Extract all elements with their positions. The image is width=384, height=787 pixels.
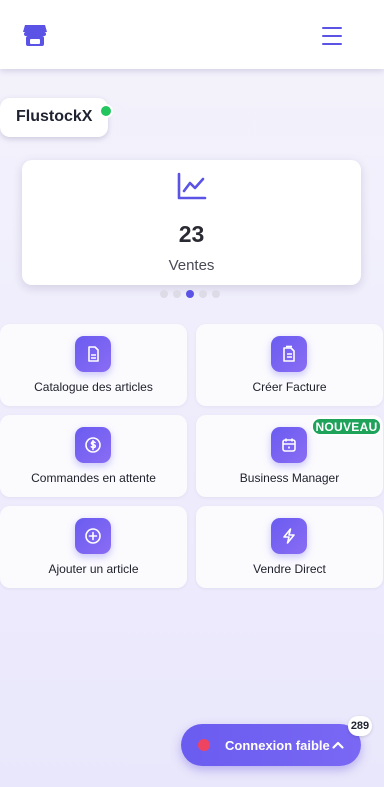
dollar-circle-icon <box>75 427 111 463</box>
carousel-dot[interactable] <box>199 290 207 298</box>
document-icon <box>75 336 111 372</box>
tile-create-invoice[interactable]: Créer Facture <box>196 324 383 406</box>
sales-stat-card[interactable]: 23 Ventes <box>22 160 361 285</box>
new-badge: NOUVEAU <box>311 417 382 436</box>
brand-chip: FlustockX <box>0 98 108 137</box>
line-chart-icon <box>176 171 208 201</box>
plus-circle-icon <box>75 518 111 554</box>
lightning-icon <box>271 518 307 554</box>
stat-value: 23 <box>178 221 205 247</box>
tile-catalogue[interactable]: Catalogue des articles <box>0 324 187 406</box>
stat-label: Ventes <box>168 257 215 274</box>
brand-name: FlustockX <box>16 108 93 125</box>
tile-add-article[interactable]: Ajouter un article <box>0 506 187 588</box>
carousel-dots <box>160 290 220 298</box>
carousel-dot[interactable] <box>173 290 181 298</box>
tile-direct-sale[interactable]: Vendre Direct <box>196 506 383 588</box>
connection-status-button[interactable]: Connexion faible <box>181 724 361 766</box>
hamburger-menu-icon[interactable] <box>320 24 346 48</box>
tile-label: Catalogue des articles <box>34 380 153 394</box>
carousel-dot[interactable] <box>212 290 220 298</box>
invoice-icon <box>271 336 307 372</box>
connection-status-dot <box>198 739 210 751</box>
tile-pending-orders[interactable]: Commandes en attente <box>0 415 187 497</box>
connection-count-badge: 289 <box>348 716 372 736</box>
online-status-dot <box>99 104 113 118</box>
tile-label: Business Manager <box>239 471 340 485</box>
carousel-dot[interactable] <box>160 290 168 298</box>
tile-label: Créer Facture <box>252 380 327 394</box>
briefcase-calendar-icon <box>271 427 307 463</box>
tile-label: Ajouter un article <box>48 562 139 576</box>
tile-label: Vendre Direct <box>253 562 326 576</box>
carousel-dot-active[interactable] <box>186 290 194 298</box>
connection-label: Connexion faible <box>225 738 330 753</box>
tile-label: Commandes en attente <box>31 471 156 485</box>
chevron-up-icon <box>331 738 345 752</box>
storefront-icon[interactable] <box>21 21 49 49</box>
top-bar <box>0 0 384 69</box>
